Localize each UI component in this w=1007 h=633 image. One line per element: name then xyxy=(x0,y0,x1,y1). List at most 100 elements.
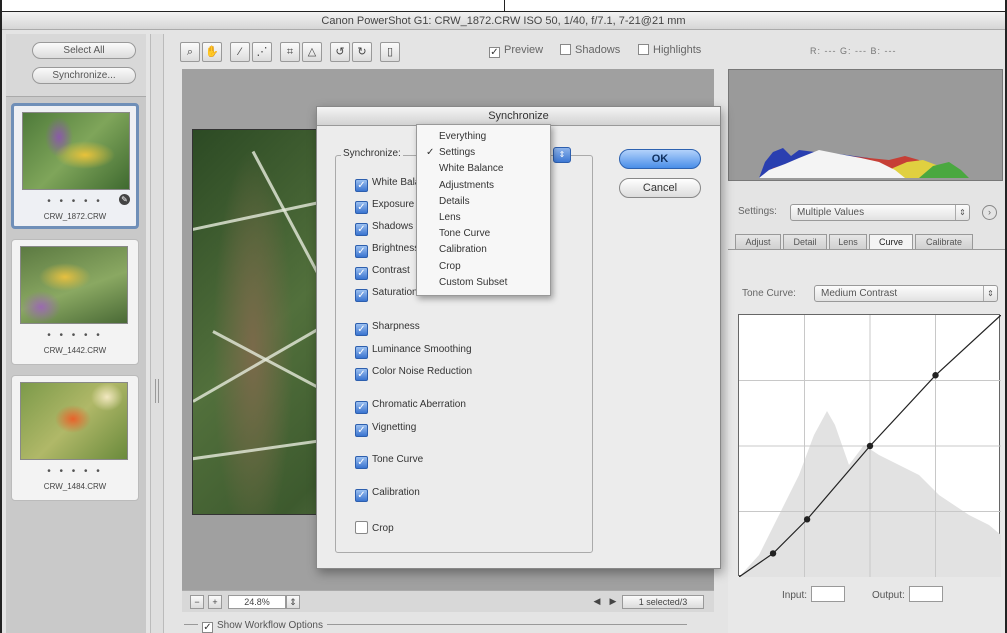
checkbox-luminance-smoothing[interactable]: ✓ Luminance Smoothing xyxy=(355,344,472,359)
trash-icon[interactable]: ▯ xyxy=(380,42,400,62)
output-field[interactable] xyxy=(908,586,943,602)
synchronize-menu: Everything ✓ Settings White Balance Adjus… xyxy=(416,124,551,296)
straighten-icon[interactable]: △ xyxy=(302,42,322,62)
output-row: Output: xyxy=(872,586,943,602)
filmstrip-splitter[interactable] xyxy=(150,34,164,633)
preview-checkbox[interactable]: ✓ Preview xyxy=(489,44,543,58)
highlights-checkbox[interactable]: Highlights xyxy=(638,44,701,56)
curve-point[interactable] xyxy=(769,550,777,557)
menu-item-custom-subset[interactable]: Custom Subset xyxy=(417,275,550,291)
tone-curve-select[interactable]: Medium Contrast ⇕ xyxy=(814,285,998,302)
settings-badge-icon: ✎ xyxy=(119,194,130,205)
histogram-graph xyxy=(759,148,969,178)
menu-item-everything[interactable]: Everything xyxy=(417,129,550,145)
menu-item-settings[interactable]: ✓ Settings xyxy=(417,145,550,161)
check-icon: ✓ xyxy=(355,424,368,437)
zoom-bar: − + 24.8% ⇕ ◀ ▶ 1 selected/3 xyxy=(182,590,714,612)
checkbox-chromatic-aberration[interactable]: ✓ Chromatic Aberration xyxy=(355,399,466,414)
check-icon: ✓ xyxy=(355,179,368,192)
splitter-grip[interactable] xyxy=(155,379,159,403)
histogram xyxy=(728,69,1003,181)
checkbox-calibration[interactable]: ✓ Calibration xyxy=(355,487,420,502)
checkbox-vignetting[interactable]: ✓ Vignetting xyxy=(355,422,416,437)
thumbnail-item[interactable]: • • • • • CRW_1442.CRW xyxy=(11,239,139,365)
curve-point[interactable] xyxy=(803,516,811,523)
workflow-options-toggle[interactable]: ✓ Show Workflow Options xyxy=(184,620,687,633)
menu-item-tone-curve[interactable]: Tone Curve xyxy=(417,226,550,242)
thumbnail-image-butterfly xyxy=(20,382,128,460)
rating-dots[interactable]: • • • • • xyxy=(12,466,138,477)
check-icon: ✓ xyxy=(355,201,368,214)
tone-curve-graph[interactable] xyxy=(738,314,1002,578)
check-icon: ✓ xyxy=(355,401,368,414)
zoom-icon[interactable]: ⌕ xyxy=(180,42,200,62)
checkbox-color-noise-reduction[interactable]: ✓ Color Noise Reduction xyxy=(355,366,472,381)
rotate-right-icon[interactable]: ↻ xyxy=(352,42,372,62)
checkbox-saturation[interactable]: ✓ Saturation xyxy=(355,287,418,302)
crop-icon[interactable]: ⌗ xyxy=(280,42,300,62)
chevron-updown-icon: ⇕ xyxy=(983,286,997,301)
tab-adjust[interactable]: Adjust xyxy=(735,234,781,250)
checkbox-sharpness[interactable]: ✓ Sharpness xyxy=(355,321,420,336)
check-icon: ✓ xyxy=(355,346,368,359)
synchronize-select-label: Synchronize: xyxy=(341,148,403,159)
zoom-in-icon[interactable]: + xyxy=(208,595,222,609)
eyedropper-icon[interactable]: ⁄ xyxy=(230,42,250,62)
thumbnail-image-butterfly xyxy=(20,246,128,324)
settings-label: Settings: xyxy=(738,206,777,217)
color-sampler-icon[interactable]: ⋰ xyxy=(252,42,272,62)
check-icon: ✓ xyxy=(355,289,368,302)
checkbox-brightness[interactable]: ✓ Brightness xyxy=(355,243,419,258)
synchronize-button[interactable]: Synchronize... xyxy=(32,67,136,84)
tab-calibrate[interactable]: Calibrate xyxy=(915,234,973,250)
thumbnail-item[interactable]: • • • • • ✎ CRW_1872.CRW xyxy=(11,103,139,229)
check-icon: ✓ xyxy=(355,267,368,280)
menu-item-calibration[interactable]: Calibration xyxy=(417,242,550,258)
checkbox-contrast[interactable]: ✓ Contrast xyxy=(355,265,410,280)
next-image-icon[interactable]: ▶ xyxy=(606,595,620,609)
menu-item-lens[interactable]: Lens xyxy=(417,210,550,226)
thumbnail-item[interactable]: • • • • • CRW_1484.CRW xyxy=(11,375,139,501)
zoom-stepper-icon[interactable]: ⇕ xyxy=(286,595,300,609)
checkbox-crop[interactable]: Crop xyxy=(355,521,394,534)
thumbnail-list: • • • • • ✎ CRW_1872.CRW • • • • • CRW_1… xyxy=(6,96,146,633)
curve-point[interactable] xyxy=(866,442,874,450)
select-all-button[interactable]: Select All xyxy=(32,42,136,59)
menu-item-white-balance[interactable]: White Balance xyxy=(417,161,550,177)
chevron-updown-icon[interactable]: ⇕ xyxy=(553,147,571,163)
rating-dots[interactable]: • • • • • xyxy=(12,330,138,341)
tab-curve[interactable]: Curve xyxy=(869,234,913,250)
shadows-checkbox[interactable]: Shadows xyxy=(560,44,620,56)
cancel-button[interactable]: Cancel xyxy=(619,178,701,198)
rgb-readout: R: --- G: --- B: --- xyxy=(810,46,897,56)
camera-raw-window: Canon PowerShot G1: CRW_1872.CRW ISO 50,… xyxy=(2,12,1005,633)
settings-select[interactable]: Multiple Values ⇕ xyxy=(790,204,970,221)
ok-button[interactable]: OK xyxy=(619,149,701,169)
thumbnail-caption: CRW_1442.CRW xyxy=(43,346,107,355)
rotate-left-icon[interactable]: ↺ xyxy=(330,42,350,62)
chevron-updown-icon: ⇕ xyxy=(955,205,969,220)
settings-row: Settings: Multiple Values ⇕ › xyxy=(732,204,1005,222)
menu-item-crop[interactable]: Crop xyxy=(417,259,550,275)
zoom-level-field[interactable]: 24.8% xyxy=(228,595,286,609)
input-field[interactable] xyxy=(811,586,846,602)
window-title: Canon PowerShot G1: CRW_1872.CRW ISO 50,… xyxy=(2,12,1005,30)
checkbox-exposure[interactable]: ✓ Exposure xyxy=(355,199,414,214)
checkbox-shadows[interactable]: ✓ Shadows xyxy=(355,221,413,236)
checkbox-tone-curve[interactable]: ✓ Tone Curve xyxy=(355,454,423,469)
hand-icon[interactable]: ✋ xyxy=(202,42,222,62)
filmstrip-panel: Select All Synchronize... • • • • • ✎ CR… xyxy=(6,34,146,633)
document-frame-top xyxy=(0,0,1007,12)
tab-detail[interactable]: Detail xyxy=(783,234,827,250)
rating-dots[interactable]: • • • • • xyxy=(14,196,136,207)
menu-item-adjustments[interactable]: Adjustments xyxy=(417,178,550,194)
check-icon: ✓ xyxy=(202,622,213,633)
curve-point[interactable] xyxy=(932,372,939,379)
zoom-out-icon[interactable]: − xyxy=(190,595,204,609)
previous-image-icon[interactable]: ◀ xyxy=(590,595,604,609)
input-row: Input: xyxy=(782,586,846,602)
menu-item-details[interactable]: Details xyxy=(417,194,550,210)
tone-curve-svg[interactable] xyxy=(738,314,1002,578)
settings-menu-icon[interactable]: › xyxy=(982,205,997,220)
tab-lens[interactable]: Lens xyxy=(829,234,867,250)
